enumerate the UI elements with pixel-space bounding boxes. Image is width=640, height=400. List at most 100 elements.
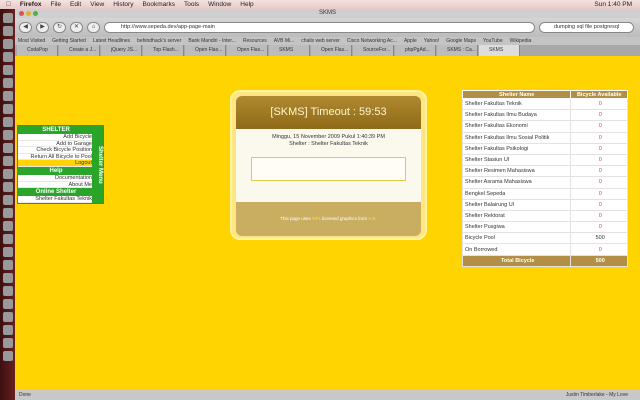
menu-window[interactable]: Window — [208, 1, 231, 8]
add-to-garage-link[interactable]: Add to Garage — [18, 141, 94, 148]
bookmark[interactable]: chalis web server — [301, 37, 340, 45]
dock-app-icon[interactable] — [2, 13, 13, 23]
home-button[interactable]: ⌂ — [87, 22, 100, 33]
search-input[interactable]: dumping sql file postgresql — [539, 22, 634, 33]
shelter-menu-tab[interactable]: Shelter Menu — [92, 126, 103, 203]
dock-app-icon[interactable] — [2, 286, 13, 296]
dock-app-icon[interactable] — [2, 234, 13, 244]
back-button[interactable]: ◀ — [19, 22, 32, 33]
tab[interactable]: Open Flas... — [185, 45, 226, 56]
dock-app-icon[interactable] — [2, 52, 13, 62]
dock-app-icon[interactable] — [2, 260, 13, 270]
dock-app-icon[interactable] — [2, 221, 13, 231]
online-shelter-item[interactable]: Shelter Fakultas Teknik — [18, 196, 94, 203]
tab[interactable]: CodaPop — [17, 45, 58, 56]
dock-app-icon[interactable] — [2, 299, 13, 309]
tab[interactable]: SKMS — [269, 45, 310, 56]
nav-toolbar: ◀ ▶ ↻ ✕ ⌂ http://www.sepeda.dev/app-page… — [15, 18, 640, 37]
menu-history[interactable]: History — [113, 1, 133, 8]
stop-button[interactable]: ✕ — [70, 22, 83, 33]
dock-app-icon[interactable] — [2, 208, 13, 218]
forward-button[interactable]: ▶ — [36, 22, 49, 33]
menu-view[interactable]: View — [90, 1, 104, 8]
dock-app-icon[interactable] — [2, 117, 13, 127]
tab[interactable]: SKMS : Ca... — [437, 45, 478, 56]
dialog-input[interactable] — [251, 157, 406, 181]
tab[interactable]: Open Flas... — [311, 45, 352, 56]
ae-link[interactable]: A.E. — [368, 216, 377, 221]
menu-firefox[interactable]: Firefox — [20, 1, 42, 8]
dock-app-icon[interactable] — [2, 78, 13, 88]
bookmark[interactable]: Getting Started — [52, 37, 86, 45]
menu-help[interactable]: Help — [240, 1, 253, 8]
menu-file[interactable]: File — [51, 1, 61, 8]
dock-app-icon[interactable] — [2, 39, 13, 49]
tab[interactable]: jQuery JS... — [101, 45, 142, 56]
bookmark[interactable]: Apple — [404, 37, 417, 45]
tab[interactable]: Create a J... — [59, 45, 100, 56]
tab[interactable]: Open Flas... — [227, 45, 268, 56]
dock-app-icon[interactable] — [2, 338, 13, 348]
bookmark[interactable]: Bank Mandiri - Inter... — [188, 37, 236, 45]
bookmark[interactable]: Most Visited — [18, 37, 45, 45]
close-window-button[interactable] — [19, 11, 24, 16]
logout-link[interactable]: Logout — [18, 160, 94, 167]
now-playing[interactable]: Justin Timberlake - My Love — [566, 390, 628, 400]
reload-button[interactable]: ↻ — [53, 22, 66, 33]
tab[interactable]: SourceFor... — [353, 45, 394, 56]
shelter-name: Shelter Fakultas Teknik — [461, 97, 572, 111]
bookmark[interactable]: Wikipedia — [510, 37, 532, 45]
table-row: Shelter Asrama Mahasiswa 0 — [461, 176, 628, 189]
dock-app-icon[interactable] — [2, 195, 13, 205]
check-position-link[interactable]: Check Bicycle Position — [18, 147, 94, 154]
bookmark[interactable]: AVB Mi... — [274, 37, 294, 45]
table-row: Shelter Balairung UI 0 — [461, 198, 628, 211]
apple-icon[interactable]:  — [6, 1, 11, 8]
bookmark[interactable]: Resources — [243, 37, 267, 45]
dock-app-icon[interactable] — [2, 169, 13, 179]
zoom-window-button[interactable] — [33, 11, 38, 16]
bicycle-count: 500 — [570, 232, 628, 245]
dock-app-icon[interactable] — [2, 247, 13, 257]
table-row: Shelter Fakultas Ilmu Sosial Politik 0 — [461, 131, 628, 144]
dock-app-icon[interactable] — [2, 156, 13, 166]
bookmark[interactable]: behindhack's server — [137, 37, 181, 45]
bookmark[interactable]: Latest Headlines — [93, 37, 130, 45]
url-input[interactable]: http://www.sepeda.dev/app-page-main — [104, 22, 535, 33]
dock-app-icon[interactable] — [2, 312, 13, 322]
menu-edit[interactable]: Edit — [70, 1, 81, 8]
bicycle-count: 0 — [570, 198, 628, 211]
menu-tools[interactable]: Tools — [184, 1, 199, 8]
bicycle-table: Shelter Name Bicycle Available Shelter Fa… — [461, 90, 628, 267]
bookmark[interactable]: Yahoo! — [424, 37, 439, 45]
add-bicycle-link[interactable]: Add Bicycle — [18, 134, 94, 141]
tab-active[interactable]: SKMS — [479, 45, 520, 56]
bookmark[interactable]: Cisco Networking Ac... — [347, 37, 397, 45]
datetime-text: Minggu, 15 November 2009 Pukul 1:40:39 P… — [272, 134, 385, 140]
bookmark[interactable]: Google Maps — [446, 37, 476, 45]
dock-app-icon[interactable] — [2, 91, 13, 101]
tab[interactable]: phpPgAd... — [395, 45, 436, 56]
dock-app-icon[interactable] — [2, 273, 13, 283]
dock-app-icon[interactable] — [2, 182, 13, 192]
tab[interactable]: Top Flash... — [143, 45, 184, 56]
return-all-link[interactable]: Return All Bicycle to Pool — [18, 154, 94, 161]
dock-app-icon[interactable] — [2, 26, 13, 36]
dock-app-icon[interactable] — [2, 65, 13, 75]
tab-bar: CodaPop Create a J... jQuery JS... Top Flas… — [15, 45, 640, 56]
dock-app-icon[interactable] — [2, 325, 13, 335]
menu-bookmarks[interactable]: Bookmarks — [142, 1, 175, 8]
minimize-window-button[interactable] — [26, 11, 31, 16]
about-me-link[interactable]: About Me — [18, 182, 94, 189]
dock-app-icon[interactable] — [2, 104, 13, 114]
dock-app-icon[interactable] — [2, 130, 13, 140]
dock-app-icon[interactable] — [2, 351, 13, 361]
timeout-dialog: [SKMS] Timeout : 59:53 Minggu, 15 Novemb… — [230, 90, 427, 240]
bookmark[interactable]: YouTube — [483, 37, 503, 45]
dock-app-icon[interactable] — [2, 143, 13, 153]
gpl-link[interactable]: GPL — [312, 216, 321, 221]
documentation-link[interactable]: Documentation — [18, 175, 94, 182]
total-value: 500 — [570, 254, 628, 267]
shelter-name: Shelter Pusgiwa — [461, 221, 572, 234]
clock[interactable]: Sun 1:40 PM — [594, 1, 640, 8]
